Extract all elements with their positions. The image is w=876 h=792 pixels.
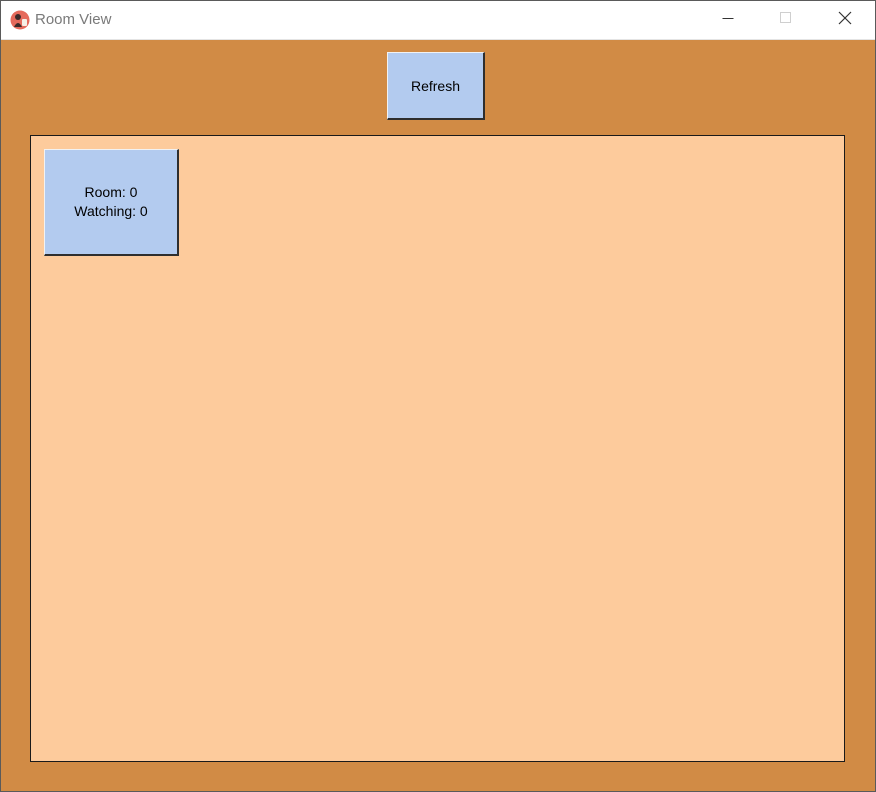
- room-tile[interactable]: Room: 0 Watching: 0: [44, 149, 179, 256]
- minimize-icon: [722, 11, 734, 29]
- refresh-button[interactable]: Refresh: [387, 52, 485, 120]
- window-title: Room View: [35, 11, 112, 28]
- app-logo-icon: [10, 10, 30, 30]
- room-number-label: Room: 0: [84, 184, 138, 200]
- minimize-button[interactable]: [699, 1, 757, 39]
- room-view-window: Room View Refresh Room: 0 Watching: 0: [0, 0, 876, 792]
- close-button[interactable]: [816, 1, 874, 39]
- title-bar[interactable]: Room View: [1, 1, 875, 40]
- watching-count-label: Watching: 0: [74, 203, 148, 219]
- main-content: Refresh Room: 0 Watching: 0: [1, 40, 875, 791]
- maximize-button[interactable]: [757, 1, 815, 39]
- room-list-panel: Room: 0 Watching: 0: [30, 135, 845, 762]
- maximize-icon: [780, 11, 792, 29]
- close-icon: [838, 11, 852, 30]
